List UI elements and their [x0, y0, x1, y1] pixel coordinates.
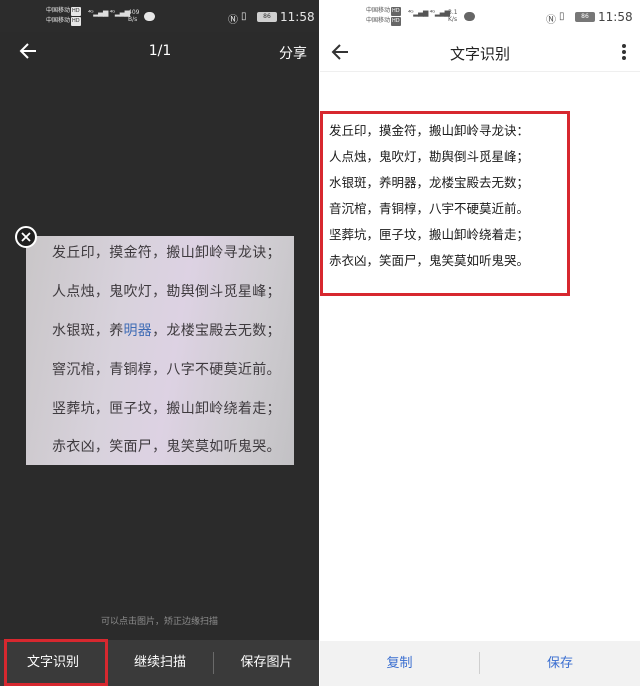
hd-badge: HD: [71, 17, 81, 26]
photo-text-line: 水银斑，养明器，龙楼宝殿去无数；: [52, 323, 281, 339]
battery-icon: 86: [575, 12, 595, 22]
net-speed: 3.1 K/s: [448, 9, 458, 23]
copy-button[interactable]: 复制: [320, 641, 479, 686]
clock: 11:58: [280, 10, 315, 24]
carrier-name: 中国移动: [46, 17, 71, 24]
hint-text: 可以点击图片，矫正边缘扫描: [100, 617, 218, 627]
carrier-name: 中国移动: [366, 17, 391, 24]
vibrate-icon: ▯: [241, 11, 247, 22]
more-vertical-icon[interactable]: [622, 44, 626, 60]
page-indicator: 1/1: [148, 43, 172, 59]
message-icon: [464, 12, 475, 21]
status-bar: 中国移动 HD 中国移动 HD ⁴ᴳ▂▄▆ ⁴ᴳ▂▄▆ 409 B/s Ⓝ ▯ 86…: [0, 0, 319, 32]
photo-text-line: 赤衣凶，笑面尸，鬼笑莫如听鬼哭。: [52, 439, 281, 455]
battery-icon: 86: [257, 12, 277, 22]
close-icon[interactable]: [15, 226, 37, 248]
back-arrow-icon[interactable]: [18, 40, 40, 62]
photo-text-line: 竖葬坑，匣子坟，搬山卸岭绕着走；: [52, 401, 281, 417]
carrier-info: 中国移动 HD 中国移动 HD: [46, 6, 81, 26]
signal-icon: ⁴ᴳ▂▄▆ ⁴ᴳ▂▄▆: [408, 9, 450, 17]
hd-badge: HD: [391, 7, 401, 16]
photo-text-line: 窨沉棺，青铜椁，八字不硬莫近前。: [52, 362, 281, 378]
photo-text-line: 发丘印，摸金符，搬山卸岭寻龙诀；: [52, 245, 281, 261]
save-image-button[interactable]: 保存图片: [214, 640, 319, 686]
hd-badge: HD: [391, 17, 401, 26]
nfc-icon: Ⓝ: [546, 15, 556, 26]
net-speed: 409 B/s: [128, 9, 140, 23]
continue-scan-button[interactable]: 继续扫描: [107, 640, 213, 686]
clock: 11:58: [598, 10, 633, 24]
vibrate-icon: ▯: [559, 11, 565, 22]
highlight-box: [320, 111, 570, 296]
back-arrow-icon[interactable]: [330, 41, 352, 63]
message-icon: [144, 12, 155, 21]
top-toolbar: 文字识别: [320, 32, 640, 72]
share-button[interactable]: 分享: [279, 43, 307, 63]
nfc-icon: Ⓝ: [228, 15, 238, 26]
highlight-box: [4, 639, 108, 686]
photo-text-line: 人点烛，鬼吹灯，勘舆倒斗觅星峰；: [52, 284, 281, 300]
status-bar: 中国移动 HD 中国移动 HD ⁴ᴳ▂▄▆ ⁴ᴳ▂▄▆ 3.1 K/s Ⓝ ▯ 86…: [320, 0, 640, 32]
top-toolbar: 1/1 分享: [0, 32, 319, 72]
bottom-action-bar: 复制 保存: [320, 641, 640, 686]
carrier-name: 中国移动: [366, 7, 391, 14]
carrier-name: 中国移动: [46, 7, 71, 14]
page-title: 文字识别: [449, 45, 510, 63]
scanned-photo[interactable]: 发丘印，摸金符，搬山卸岭寻龙诀； 人点烛，鬼吹灯，勘舆倒斗觅星峰； 水银斑，养明…: [26, 236, 294, 465]
hd-badge: HD: [71, 7, 81, 16]
signal-icon: ⁴ᴳ▂▄▆ ⁴ᴳ▂▄▆: [88, 9, 130, 17]
ocr-result-screen: 中国移动 HD 中国移动 HD ⁴ᴳ▂▄▆ ⁴ᴳ▂▄▆ 3.1 K/s Ⓝ ▯ 86…: [320, 0, 640, 686]
carrier-info: 中国移动 HD 中国移动 HD: [366, 6, 401, 26]
save-button[interactable]: 保存: [480, 641, 640, 686]
scan-preview-screen: 中国移动 HD 中国移动 HD ⁴ᴳ▂▄▆ ⁴ᴳ▂▄▆ 409 B/s Ⓝ ▯ 86…: [0, 0, 319, 686]
